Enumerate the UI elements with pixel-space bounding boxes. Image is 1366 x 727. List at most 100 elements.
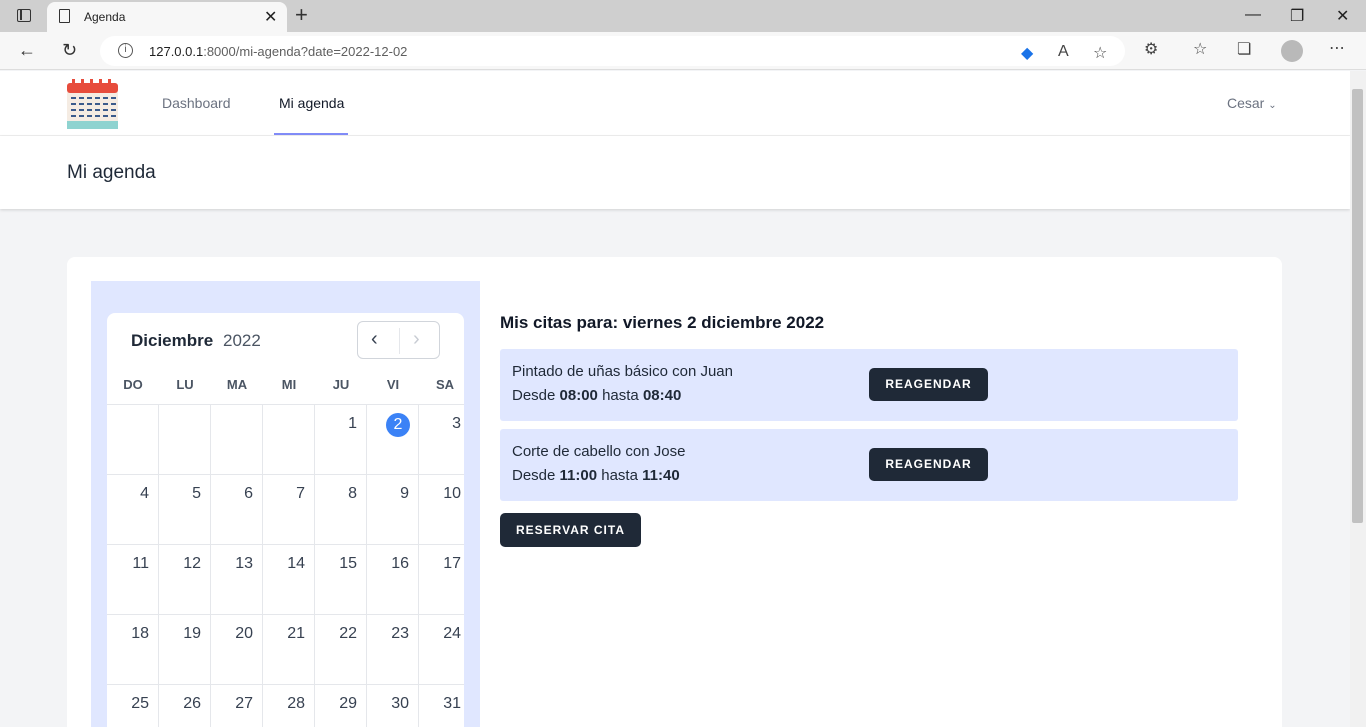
calendar-day-cell[interactable]: 18 xyxy=(107,614,158,684)
calendar-day-cell[interactable]: 16 xyxy=(366,544,418,614)
calendar-day-cell[interactable]: 27 xyxy=(210,684,262,727)
next-month-icon[interactable]: › xyxy=(413,328,420,351)
calendar-day-cell[interactable]: 30 xyxy=(366,684,418,727)
calendar-day-cell[interactable]: 11 xyxy=(107,544,158,614)
more-menu-icon[interactable]: ⋯ xyxy=(1329,38,1345,58)
calendar-day-number: 16 xyxy=(391,555,409,572)
nav-mi-agenda[interactable]: Mi agenda xyxy=(279,95,344,111)
minimize-icon[interactable]: — xyxy=(1245,6,1261,24)
calendar-empty-cell xyxy=(210,404,262,474)
calendar-day-cell[interactable]: 10 xyxy=(418,474,464,544)
calendar-day-cell[interactable]: 23 xyxy=(366,614,418,684)
calendar-day-number: 25 xyxy=(131,695,149,712)
prev-month-icon[interactable]: ‹ xyxy=(371,328,378,351)
calendar-day-cell[interactable]: 19 xyxy=(158,614,210,684)
citas-heading-wrap: Mis citas para: viernes 2 diciembre 2022 xyxy=(500,313,824,333)
calendar-day-number: 14 xyxy=(287,555,305,572)
calendar-day-number: 31 xyxy=(443,695,461,712)
calendar-day-number: 23 xyxy=(391,625,409,642)
month-nav: ‹ › xyxy=(357,321,440,359)
read-aloud-icon[interactable]: A xyxy=(1058,43,1069,61)
calendar-day-cell[interactable]: 21 xyxy=(262,614,314,684)
reagendar-button[interactable]: REAGENDAR xyxy=(869,448,988,481)
url-field[interactable]: i 127.0.0.1:8000/mi-agenda?date=2022-12-… xyxy=(100,36,1125,66)
calendar-day-number: 11 xyxy=(132,555,149,572)
calendar-empty-cell xyxy=(262,404,314,474)
calendar-day-cell[interactable]: 7 xyxy=(262,474,314,544)
calendar-day-cell[interactable]: 6 xyxy=(210,474,262,544)
citas-heading: Mis citas para: viernes 2 diciembre 2022 xyxy=(500,313,825,332)
new-tab-icon[interactable]: + xyxy=(295,2,308,28)
calendar-day-number: 15 xyxy=(339,555,357,572)
close-tab-icon[interactable]: ✕ xyxy=(264,7,277,27)
window-close-icon[interactable]: ✕ xyxy=(1336,6,1349,26)
calendar-day-number: 19 xyxy=(183,625,201,642)
calendar-day-number: 1 xyxy=(348,415,357,432)
nav-dashboard[interactable]: Dashboard xyxy=(162,95,231,111)
calendar-day-cell[interactable]: 22 xyxy=(314,614,366,684)
calendar-day-number: 30 xyxy=(391,695,409,712)
site-info-icon[interactable]: i xyxy=(118,43,133,58)
calendar-day-cell[interactable]: 9 xyxy=(366,474,418,544)
calendar-day-cell[interactable]: 24 xyxy=(418,614,464,684)
calendar-empty-cell xyxy=(158,404,210,474)
calendar-day-number: 12 xyxy=(183,555,201,572)
calendar-day-cell[interactable]: 29 xyxy=(314,684,366,727)
calendar-day-cell[interactable]: 28 xyxy=(262,684,314,727)
appointment-title: Pintado de uñas básico con Juan xyxy=(512,363,733,380)
appointment-title: Corte de cabello con Jose xyxy=(512,443,686,460)
calendar-day-cell[interactable]: 14 xyxy=(262,544,314,614)
page-header: Mi agenda xyxy=(0,136,1350,209)
calendar-day-cell[interactable]: 31 xyxy=(418,684,464,727)
calendar-day-cell[interactable]: 5 xyxy=(158,474,210,544)
calendar-day-cell[interactable]: 20 xyxy=(210,614,262,684)
calendar-day-cell[interactable]: 17 xyxy=(418,544,464,614)
calendar-day-cell[interactable]: 3 xyxy=(418,404,464,474)
reload-icon[interactable]: ↻ xyxy=(62,40,77,61)
calendar-day-cell[interactable]: 13 xyxy=(210,544,262,614)
calendar-day-number: 18 xyxy=(131,625,149,642)
appointment-card: Pintado de uñas básico con Juan Desde 08… xyxy=(500,349,1238,421)
page-content: Dashboard Mi agenda Cesar ⌄ Mi agenda Di… xyxy=(0,71,1350,727)
tab-title: Agenda xyxy=(84,10,126,24)
restore-icon[interactable]: ❐ xyxy=(1290,6,1304,26)
calendar-day-cell[interactable]: 1 xyxy=(314,404,366,474)
calendar-day-number: 22 xyxy=(339,625,357,642)
page-icon xyxy=(59,9,70,23)
calendar-day-cell[interactable]: 26 xyxy=(158,684,210,727)
collections-icon[interactable]: ❏ xyxy=(1237,39,1251,59)
calendar-year: 2022 xyxy=(223,331,261,350)
calendar-day-number: 8 xyxy=(348,485,357,502)
calendar-day-number: 24 xyxy=(443,625,461,642)
tab-actions-icon[interactable] xyxy=(17,9,31,22)
profile-avatar-icon[interactable] xyxy=(1281,40,1303,62)
chevron-down-icon: ⌄ xyxy=(1268,100,1277,111)
calendar-day-cell[interactable]: 4 xyxy=(107,474,158,544)
weekday-header: VI xyxy=(386,377,400,392)
calendar-day-cell[interactable]: 15 xyxy=(314,544,366,614)
appointment-card: Corte de cabello con Jose Desde 11:00 ha… xyxy=(500,429,1238,501)
calendar-day-number: 21 xyxy=(287,625,305,642)
calendar-day-cell[interactable]: 25 xyxy=(107,684,158,727)
browser-tab[interactable]: Agenda ✕ xyxy=(47,2,287,32)
calendar-logo-icon[interactable] xyxy=(67,79,118,129)
weekday-header: JU xyxy=(332,377,350,392)
weekday-header: MA xyxy=(226,377,248,392)
calendar-day-number: 28 xyxy=(287,695,305,712)
calendar-day-cell[interactable]: 12 xyxy=(158,544,210,614)
reagendar-button[interactable]: REAGENDAR xyxy=(869,368,988,401)
scrollbar-thumb[interactable] xyxy=(1352,89,1363,523)
calendar-panel: Diciembre 2022 ‹ › DO LU MA MI JU VI SA 123456… xyxy=(91,281,480,727)
appointment-time: Desde 11:00 hasta 11:40 xyxy=(512,467,680,484)
back-icon[interactable]: ← xyxy=(18,40,36,61)
user-name: Cesar xyxy=(1227,95,1265,111)
coupon-tag-icon[interactable]: ◆ xyxy=(1021,43,1033,63)
favorites-icon[interactable]: ☆ xyxy=(1193,39,1207,59)
add-favorite-icon[interactable]: ☆ xyxy=(1093,43,1107,63)
calendar-day-cell[interactable]: 2 xyxy=(366,404,418,474)
extensions-icon[interactable]: ⚙ xyxy=(1144,39,1158,59)
user-menu[interactable]: Cesar ⌄ xyxy=(1227,95,1277,111)
page-scrollbar[interactable] xyxy=(1350,71,1366,727)
reservar-cita-button[interactable]: RESERVAR CITA xyxy=(500,513,641,547)
calendar-day-cell[interactable]: 8 xyxy=(314,474,366,544)
